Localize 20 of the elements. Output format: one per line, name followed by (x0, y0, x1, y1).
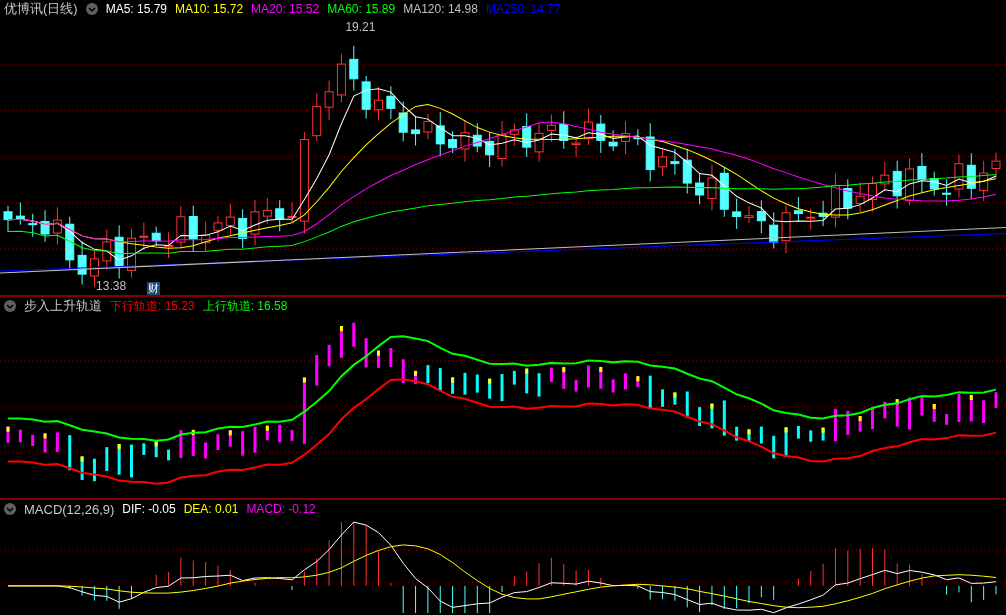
collapse-icon[interactable] (4, 300, 16, 312)
low-price-label: 13.38 (96, 279, 127, 293)
indicator-value: MA250: 14.77 (485, 2, 561, 16)
indicator-value: 上行轨道: 16.58 (202, 297, 288, 315)
indicator-value: MA20: 15.52 (251, 2, 320, 16)
indicator-value: DIF: -0.05 (122, 502, 176, 516)
indicator-value: MA5: 15.79 (105, 2, 168, 16)
indicator-value: MACD: -0.12 (246, 502, 316, 516)
high-price-label: 19.21 (345, 20, 376, 34)
indicator-value: 下行轨道: 15.23 (110, 297, 195, 315)
indicator-title: MACD(12,26,9) (24, 501, 115, 517)
indicator-value: MA120: 14.98 (403, 2, 478, 16)
chart-title: 优博讯(日线) (4, 0, 78, 18)
finance-badge[interactable]: 财 (147, 282, 160, 295)
collapse-icon[interactable] (85, 3, 98, 15)
collapse-icon[interactable] (4, 503, 16, 515)
indicator-value: MA60: 15.89 (327, 2, 396, 16)
indicator-value: DEA: 0.01 (183, 502, 239, 516)
indicator-value: MA10: 15.72 (175, 2, 244, 16)
indicator-title: 步入上升轨道 (24, 297, 102, 315)
